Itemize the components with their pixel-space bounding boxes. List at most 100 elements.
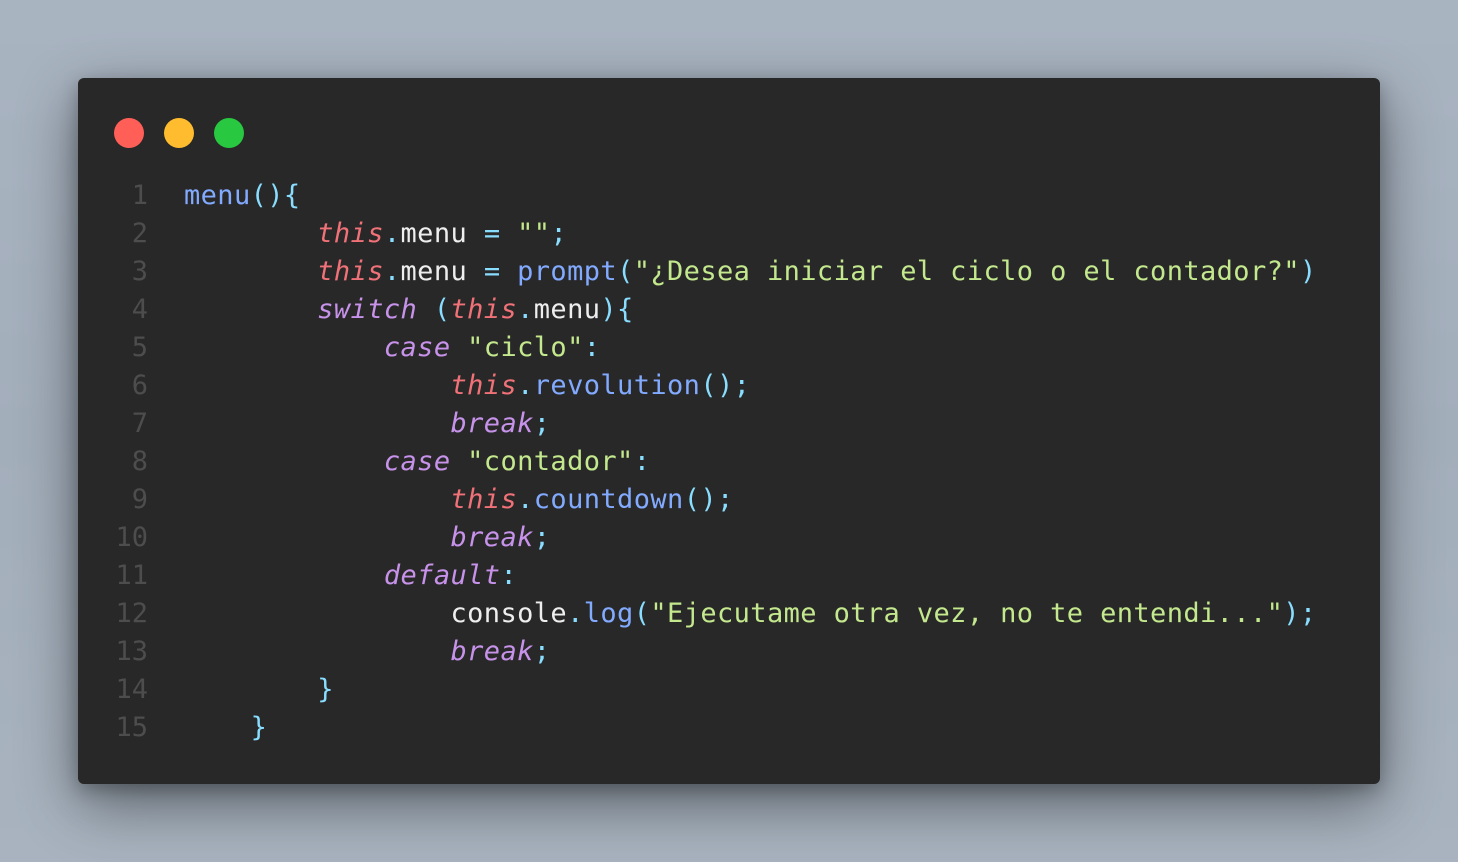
code-token: case: [383, 332, 451, 363]
code-text: switch (this.menu){: [184, 291, 634, 329]
code-token: ;: [533, 408, 551, 439]
code-token: ();: [683, 484, 734, 515]
line-number: 1: [131, 180, 148, 211]
code-token: ();: [700, 370, 751, 401]
line-number: 7: [131, 408, 148, 439]
code-token: );: [1283, 598, 1317, 629]
code-text: this.countdown();: [184, 481, 734, 519]
code-token: this: [317, 256, 384, 287]
maximize-dot-icon[interactable]: [214, 118, 244, 148]
line-number: 2: [131, 218, 148, 249]
code-line: 2 this.menu = "";: [78, 215, 1380, 253]
code-text: this.revolution();: [184, 367, 750, 405]
code-text: }: [184, 709, 267, 747]
code-text: break;: [184, 519, 551, 557]
code-line: 6 this.revolution();: [78, 367, 1380, 405]
code-text: case "ciclo":: [184, 329, 600, 367]
code-line: 11 default:: [78, 557, 1380, 595]
code-token: ){: [600, 294, 634, 325]
code-text: }: [184, 671, 334, 709]
code-text: menu(){: [184, 177, 301, 215]
code-token: ): [1299, 256, 1317, 287]
code-token: this: [450, 370, 518, 401]
code-token: menu: [184, 180, 251, 211]
line-number: 15: [115, 712, 148, 743]
code-token: countdown: [533, 484, 684, 515]
code-line: 7 break;: [78, 405, 1380, 443]
code-token: :: [633, 446, 651, 477]
code-token: :: [500, 560, 518, 591]
code-token: this: [450, 294, 518, 325]
code-line: 3 this.menu = prompt("¿Desea iniciar el …: [78, 253, 1380, 291]
code-line: 9 this.countdown();: [78, 481, 1380, 519]
code-line: 15 }: [78, 709, 1380, 747]
code-line: 14 }: [78, 671, 1380, 709]
line-number: 12: [115, 598, 148, 629]
code-token: (: [617, 256, 634, 287]
code-token: .: [517, 370, 534, 401]
code-token: .: [383, 218, 401, 249]
code-line: 12 console.log("Ejecutame otra vez, no t…: [78, 595, 1380, 633]
close-dot-icon[interactable]: [114, 118, 144, 148]
code-text: break;: [184, 633, 551, 671]
code-token: "": [517, 218, 551, 249]
code-text: default:: [184, 557, 517, 595]
code-token: console: [450, 598, 568, 629]
code-line: 4 switch (this.menu){: [78, 291, 1380, 329]
code-token: :: [583, 332, 601, 363]
code-token: prompt: [517, 256, 618, 287]
code-token: log: [583, 598, 634, 629]
code-token: menu: [400, 256, 468, 287]
minimize-dot-icon[interactable]: [164, 118, 194, 148]
code-text: this.menu = prompt("¿Desea iniciar el ci…: [184, 253, 1317, 291]
code-token: .: [517, 294, 534, 325]
code-token: "Ejecutame otra vez, no te entendi...": [650, 598, 1284, 629]
code-token: break: [450, 522, 534, 553]
code-token: .: [567, 598, 584, 629]
line-number: 6: [131, 370, 148, 401]
code-text: break;: [184, 405, 551, 443]
code-token: default: [383, 560, 501, 591]
code-text: console.log("Ejecutame otra vez, no te e…: [184, 595, 1317, 633]
code-token: (){: [250, 180, 301, 211]
code-token: break: [450, 636, 534, 667]
line-number: 5: [131, 332, 148, 363]
code-token: menu: [533, 294, 601, 325]
code-line: 8 case "contador":: [78, 443, 1380, 481]
code-text: case "contador":: [184, 443, 650, 481]
line-number: 14: [115, 674, 148, 705]
code-token: =: [483, 218, 501, 249]
code-token: =: [483, 256, 501, 287]
code-token: ;: [533, 636, 551, 667]
code-token: "¿Desea iniciar el ciclo o el contador?": [633, 256, 1300, 287]
code-token: (: [633, 598, 651, 629]
code-token: this: [317, 218, 384, 249]
code-token: }: [317, 674, 334, 705]
code-block: 1 menu(){2 this.menu = ""; 3 this.menu = p…: [78, 177, 1380, 747]
code-line: 13 break;: [78, 633, 1380, 671]
code-token: break: [450, 408, 534, 439]
code-token: "contador": [467, 446, 634, 477]
code-token: switch: [317, 294, 418, 325]
line-number: 9: [131, 484, 148, 515]
